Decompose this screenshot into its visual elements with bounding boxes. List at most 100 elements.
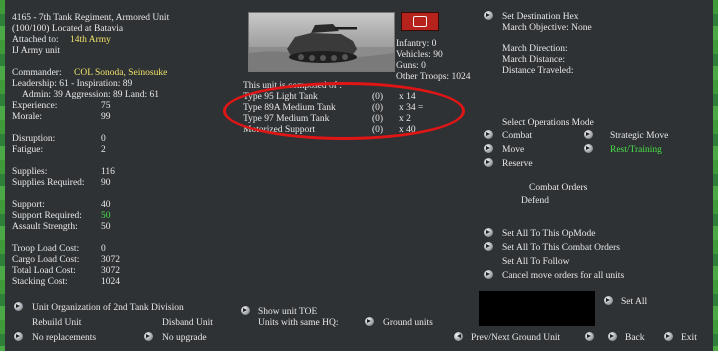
red-annotation-oval [223, 82, 465, 140]
ground-units-label[interactable]: Ground units [383, 318, 433, 328]
troop-vehicles: Vehicles: 90 [396, 50, 443, 60]
disband-unit-label[interactable]: Disband Unit [162, 318, 213, 328]
stat-label: Support: [12, 200, 45, 210]
upgrade-button[interactable] [144, 332, 153, 341]
attached-label: Attached to: [12, 35, 59, 45]
upgrade-label[interactable]: No upgrade [162, 333, 207, 343]
stat-label: Supplies: [12, 167, 48, 177]
combat-orders-value[interactable]: Defend [521, 196, 549, 206]
arrow-icon [586, 146, 590, 150]
troop-value: 90 [433, 50, 443, 60]
unit-organization-button[interactable] [14, 302, 23, 311]
attached-hq-link[interactable]: 14th Army [70, 35, 111, 45]
arrow-icon [486, 146, 490, 150]
troop-label: Guns: [396, 61, 419, 71]
stat-value: 90 [101, 178, 111, 188]
set-all-combat-orders-label[interactable]: Set All To This Combat Orders [502, 243, 620, 253]
prev-unit-button[interactable] [454, 332, 463, 341]
cancel-move-orders-button[interactable] [484, 270, 493, 279]
reserve-mode-label[interactable]: Reserve [502, 159, 533, 169]
stat-label: Troop Load Cost: [12, 244, 80, 254]
combat-orders-heading: Combat Orders [529, 183, 588, 193]
same-hq-label: Units with same HQ: [258, 318, 339, 328]
commander-link[interactable]: COL Sonoda, Seinosuke [74, 68, 167, 78]
distance-traveled: Distance Traveled: [502, 66, 574, 76]
combat-mode-button[interactable] [484, 130, 493, 139]
stat-label: Fatigue: [12, 145, 44, 155]
set-all-label[interactable]: Set All [621, 297, 647, 307]
combat-mode-label[interactable]: Combat [502, 131, 532, 141]
arrow-icon [586, 132, 590, 136]
show-toe-label[interactable]: Show unit TOE [258, 307, 317, 317]
stat-label: Cargo Load Cost: [12, 255, 80, 265]
march-objective: March Objective: None [502, 23, 592, 33]
move-mode-label[interactable]: Move [502, 145, 524, 155]
march-direction: March Direction: [502, 44, 568, 54]
arrow-icon [587, 334, 591, 338]
map-strip-right [713, 0, 718, 351]
back-button[interactable] [608, 332, 617, 341]
stat-value: 40 [101, 200, 111, 210]
cancel-move-orders-label[interactable]: Cancel move orders for all units [502, 271, 624, 281]
set-all-opmode-button[interactable] [484, 228, 493, 237]
stat-label: Stacking Cost: [12, 277, 68, 287]
stat-value: 3072 [101, 266, 120, 276]
replacements-label[interactable]: No replacements [32, 333, 96, 343]
reserve-mode-button[interactable] [484, 158, 493, 167]
stat-value: 99 [101, 112, 111, 122]
unit-location: (100/100) Located at Batavia [12, 24, 124, 34]
move-mode-button[interactable] [484, 144, 493, 153]
stat-label: Supplies Required: [12, 178, 85, 188]
rest-training-label[interactable]: Rest/Training [610, 145, 662, 155]
back-label[interactable]: Back [625, 333, 645, 343]
rebuild-unit-label[interactable]: Rebuild Unit [32, 318, 81, 328]
arrow-icon [486, 230, 490, 234]
unit-organization-label[interactable]: Unit Organization of 2nd Tank Division [32, 303, 184, 313]
commander-label: Commander: [12, 68, 62, 78]
arrow-icon [486, 160, 490, 164]
stat-label: Experience: [12, 101, 58, 111]
arrow-icon [610, 334, 614, 338]
set-all-opmode-label[interactable]: Set All To This OpMode [502, 229, 595, 239]
arrow-left-icon [457, 334, 461, 338]
rest-training-button[interactable] [584, 144, 593, 153]
unit-service: IJ Army unit [12, 46, 61, 56]
leader-skills: Admin: 39 Aggression: 89 Land: 61 [22, 90, 159, 100]
stat-label: Morale: [12, 112, 43, 122]
tank-photo [248, 12, 395, 72]
set-destination-button[interactable] [484, 11, 493, 20]
tv-icon[interactable] [401, 12, 439, 31]
troop-label: Vehicles: [396, 50, 431, 60]
replacements-button[interactable] [14, 332, 23, 341]
march-distance: March Distance: [502, 55, 566, 65]
set-all-combat-orders-button[interactable] [484, 242, 493, 251]
arrow-icon [486, 13, 490, 17]
show-toe-button[interactable] [241, 306, 250, 315]
black-info-box [479, 291, 595, 326]
arrow-icon [16, 304, 20, 308]
exit-button[interactable] [664, 332, 673, 341]
set-all-follow-label[interactable]: Set All To Follow [502, 257, 570, 267]
strategic-move-button[interactable] [584, 130, 593, 139]
tv-screen-icon [413, 16, 427, 27]
opmode-heading: Select Operations Mode [502, 118, 594, 128]
stat-value-highlight: 50 [101, 211, 111, 221]
arrow-icon [367, 319, 371, 323]
set-all-button[interactable] [604, 296, 613, 305]
ground-units-button[interactable] [365, 317, 374, 326]
set-destination-label[interactable]: Set Destination Hex [502, 12, 579, 22]
stat-value: 0 [101, 244, 106, 254]
arrow-icon [606, 298, 610, 302]
troop-label: Other Troops: [396, 72, 450, 82]
troop-value: 0 [431, 39, 437, 49]
next-unit-button[interactable] [585, 332, 594, 341]
stat-value: 116 [101, 167, 115, 177]
arrow-icon [666, 334, 670, 338]
troop-label: Infantry: [396, 39, 430, 49]
arrow-icon [243, 308, 247, 312]
prev-next-label[interactable]: Prev/Next Ground Unit [471, 333, 560, 343]
exit-label[interactable]: Exit [681, 333, 697, 343]
stat-value: 50 [101, 222, 111, 232]
strategic-move-label[interactable]: Strategic Move [610, 131, 668, 141]
arrow-icon [486, 132, 490, 136]
